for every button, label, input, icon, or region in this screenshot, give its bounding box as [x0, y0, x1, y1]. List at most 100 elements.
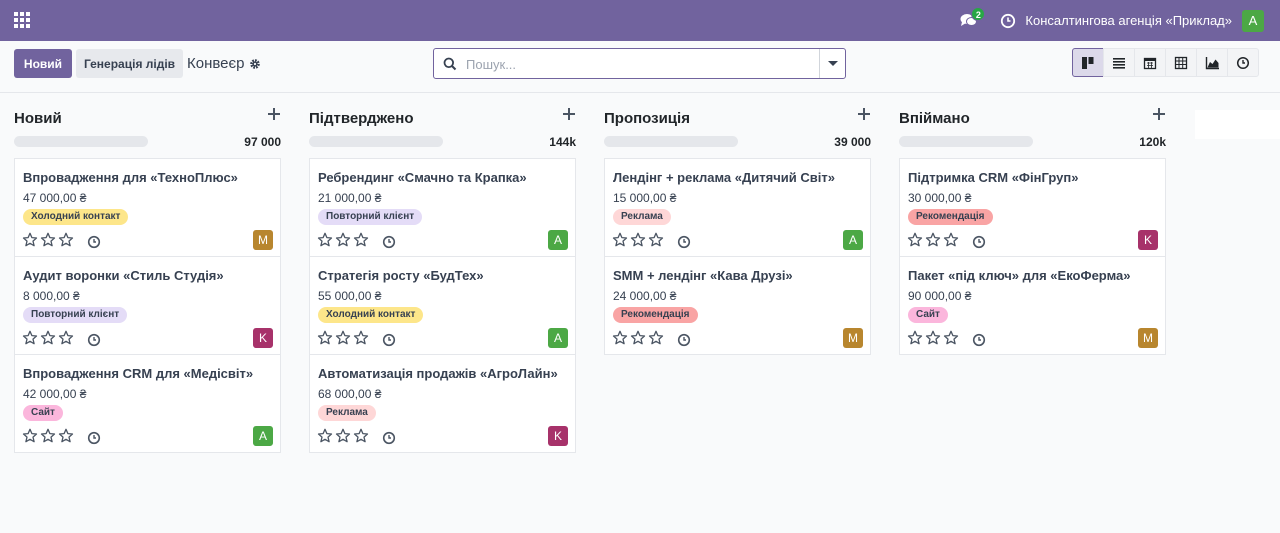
activity-clock-icon[interactable]: [382, 235, 396, 249]
star-icon[interactable]: [40, 330, 56, 346]
apps-menu-icon[interactable]: [14, 12, 32, 28]
star-icon[interactable]: [22, 428, 38, 444]
add-card-icon[interactable]: [267, 107, 281, 121]
star-icon[interactable]: [22, 330, 38, 346]
calendar-view-icon: [1143, 57, 1157, 69]
search-options-toggle[interactable]: [819, 49, 845, 78]
activity-clock-icon[interactable]: [1000, 13, 1016, 29]
star-icon[interactable]: [335, 232, 351, 248]
star-icon[interactable]: [612, 330, 628, 346]
star-icon[interactable]: [353, 232, 369, 248]
add-card-icon[interactable]: [1152, 107, 1166, 121]
column-title[interactable]: Новий: [14, 110, 62, 127]
star-icon[interactable]: [353, 330, 369, 346]
star-icon[interactable]: [317, 428, 333, 444]
lead-card[interactable]: Автоматизація продажів «АгроЛайн» 68 000,…: [309, 354, 576, 453]
gear-icon[interactable]: [249, 58, 261, 70]
star-icon[interactable]: [943, 330, 959, 346]
star-icon[interactable]: [612, 232, 628, 248]
company-switcher[interactable]: Консалтингова агенція «Приклад»: [1025, 13, 1232, 28]
list-view-button[interactable]: [1103, 48, 1135, 77]
activity-view-button[interactable]: [1227, 48, 1259, 77]
star-icon[interactable]: [907, 330, 923, 346]
activity-clock-icon[interactable]: [677, 333, 691, 347]
star-icon[interactable]: [40, 232, 56, 248]
salesperson-avatar[interactable]: K: [1138, 230, 1158, 250]
activity-clock-icon[interactable]: [382, 333, 396, 347]
lead-card[interactable]: Пакет «під ключ» для «ЕкоФерма» 90 000,00…: [899, 256, 1166, 355]
pivot-view-button[interactable]: [1165, 48, 1197, 77]
star-icon[interactable]: [40, 428, 56, 444]
star-icon[interactable]: [335, 330, 351, 346]
new-button[interactable]: Новий: [14, 49, 72, 78]
card-title: Лендінг + реклама «Дитячий Світ»: [613, 170, 835, 185]
lead-card[interactable]: Підтримка CRM «ФінГруп» 30 000,00 ₴ Рекоме…: [899, 158, 1166, 257]
star-icon[interactable]: [58, 428, 74, 444]
add-column-placeholder[interactable]: [1195, 110, 1280, 139]
user-avatar[interactable]: A: [1242, 9, 1264, 32]
salesperson-avatar[interactable]: M: [843, 328, 863, 348]
salesperson-avatar[interactable]: A: [548, 328, 568, 348]
star-icon[interactable]: [317, 232, 333, 248]
lead-card[interactable]: Впровадження для «ТехноПлюс» 47 000,00 ₴ Х…: [14, 158, 281, 257]
card-tag: Холодний контакт: [23, 209, 129, 225]
lead-card[interactable]: Стратегія росту «БудТех» 55 000,00 ₴ Холод…: [309, 256, 576, 355]
activity-clock-icon[interactable]: [677, 235, 691, 249]
salesperson-avatar[interactable]: K: [548, 426, 568, 446]
star-icon[interactable]: [630, 232, 646, 248]
calendar-view-button[interactable]: [1134, 48, 1166, 77]
activity-clock-icon[interactable]: [972, 235, 986, 249]
star-icon[interactable]: [58, 232, 74, 248]
star-icon[interactable]: [925, 330, 941, 346]
lead-card[interactable]: Лендінг + реклама «Дитячий Світ» 15 000,0…: [604, 158, 871, 257]
pivot-view-icon: [1174, 56, 1188, 69]
add-card-icon[interactable]: [857, 107, 871, 121]
star-icon[interactable]: [317, 330, 333, 346]
messaging-button[interactable]: 2: [960, 6, 986, 31]
graph-view-button[interactable]: [1196, 48, 1228, 77]
salesperson-avatar[interactable]: A: [548, 230, 568, 250]
activity-clock-icon[interactable]: [87, 235, 101, 249]
column-title[interactable]: Підтверджено: [309, 110, 414, 127]
star-icon[interactable]: [335, 428, 351, 444]
priority-stars: [22, 232, 74, 248]
star-icon[interactable]: [925, 232, 941, 248]
column-progress-bar[interactable]: [14, 136, 148, 147]
star-icon[interactable]: [943, 232, 959, 248]
lead-card[interactable]: Аудит воронки «Стиль Студія» 8 000,00 ₴ По…: [14, 256, 281, 355]
kanban-board: Новий 97 000 Впровадження для «ТехноПлюс» 4…: [0, 92, 1280, 533]
activity-clock-icon[interactable]: [87, 333, 101, 347]
card-title: Пакет «під ключ» для «ЕкоФерма»: [908, 268, 1131, 283]
star-icon[interactable]: [648, 330, 664, 346]
star-icon[interactable]: [630, 330, 646, 346]
column-title[interactable]: Впіймано: [899, 110, 970, 127]
column-progress-bar[interactable]: [899, 136, 1033, 147]
priority-stars: [907, 330, 959, 346]
star-icon[interactable]: [907, 232, 923, 248]
column-title[interactable]: Пропозиція: [604, 110, 690, 127]
column-progress-bar[interactable]: [309, 136, 443, 147]
star-icon[interactable]: [648, 232, 664, 248]
salesperson-avatar[interactable]: M: [253, 230, 273, 250]
lead-card[interactable]: Впровадження CRM для «Медісвіт» 42 000,00…: [14, 354, 281, 453]
priority-stars: [22, 428, 74, 444]
activity-clock-icon[interactable]: [382, 431, 396, 445]
activity-clock-icon[interactable]: [87, 431, 101, 445]
kanban-view-button[interactable]: [1072, 48, 1104, 77]
breadcrumb: Конвеєр: [187, 55, 245, 72]
salesperson-avatar[interactable]: M: [1138, 328, 1158, 348]
salesperson-avatar[interactable]: K: [253, 328, 273, 348]
generate-leads-button[interactable]: Генерація лідів: [76, 49, 183, 78]
lead-card[interactable]: SMM + лендінг «Кава Друзі» 24 000,00 ₴ Рек…: [604, 256, 871, 355]
salesperson-avatar[interactable]: A: [253, 426, 273, 446]
search-input[interactable]: [466, 54, 806, 74]
star-icon[interactable]: [22, 232, 38, 248]
column-progress-bar[interactable]: [604, 136, 738, 147]
add-card-icon[interactable]: [562, 107, 576, 121]
star-icon[interactable]: [353, 428, 369, 444]
salesperson-avatar[interactable]: A: [843, 230, 863, 250]
star-icon[interactable]: [58, 330, 74, 346]
lead-card[interactable]: Ребрендинг «Смачно та Крапка» 21 000,00 ₴…: [309, 158, 576, 257]
card-amount: 8 000,00 ₴: [23, 289, 80, 303]
activity-clock-icon[interactable]: [972, 333, 986, 347]
